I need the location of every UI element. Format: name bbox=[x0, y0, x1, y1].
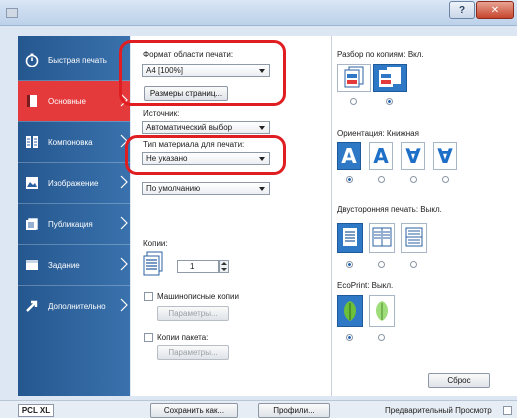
orientation-portrait-option[interactable]: A bbox=[337, 142, 361, 170]
orientation-portrait-rotated-radio[interactable] bbox=[410, 176, 417, 183]
image-icon bbox=[25, 176, 39, 190]
orientation-landscape-rotated-radio[interactable] bbox=[442, 176, 449, 183]
pack-copies-label: Копии пакета: bbox=[157, 333, 209, 342]
duplex-short-edge-option[interactable] bbox=[401, 223, 427, 253]
orientation-landscape-rotated-option[interactable]: ∀ bbox=[433, 142, 457, 170]
sidebar: Быстрая печать Основные Компоновка Изобр… bbox=[18, 36, 130, 396]
highlight-ring-print-size bbox=[119, 40, 286, 106]
mopy-params-button[interactable]: Параметры... bbox=[157, 306, 229, 321]
orientation-portrait-rotated-option[interactable]: ∀ bbox=[401, 142, 425, 170]
chevron-right-icon bbox=[120, 216, 128, 230]
stepper-arrows-icon bbox=[221, 262, 227, 271]
pack-copies-checkbox[interactable] bbox=[144, 333, 153, 342]
orientation-landscape-option[interactable]: A bbox=[369, 142, 393, 170]
quick-print-icon bbox=[25, 53, 39, 67]
reset-button[interactable]: Сброс bbox=[428, 373, 490, 388]
collate-label: Разбор по копиям: Вкл. bbox=[337, 50, 424, 59]
ecoprint-off-option[interactable] bbox=[337, 295, 363, 327]
ecoprint-label: EcoPrint: Выкл. bbox=[337, 281, 394, 290]
orientation-label: Ориентация: Книжная bbox=[337, 129, 419, 138]
advanced-icon bbox=[25, 299, 39, 313]
sidebar-item-basic[interactable]: Основные bbox=[18, 81, 130, 121]
sidebar-item-label: Дополнительно bbox=[48, 301, 106, 311]
collate-on-radio[interactable] bbox=[386, 98, 393, 105]
sidebar-item-label: Задание bbox=[48, 260, 80, 270]
orientation-glyph: ∀ bbox=[437, 144, 453, 168]
sidebar-item-advanced[interactable]: Дополнительно bbox=[18, 286, 130, 326]
copies-input[interactable]: 1 bbox=[177, 260, 219, 273]
duplex-short-edge-icon bbox=[405, 227, 423, 247]
chevron-right-icon bbox=[120, 257, 128, 271]
pdl-indicator: PCL XL bbox=[18, 404, 54, 417]
duplex-short-edge-radio[interactable] bbox=[410, 261, 417, 268]
copies-stepper[interactable] bbox=[219, 260, 229, 273]
sidebar-item-publishing[interactable]: Публикация bbox=[18, 204, 130, 244]
mopy-label: Машинописные копии bbox=[157, 292, 239, 301]
source-select[interactable]: Автоматический выбор bbox=[142, 121, 270, 134]
sidebar-item-label: Основные bbox=[48, 96, 86, 106]
column-divider bbox=[331, 36, 332, 396]
sidebar-item-label: Компоновка bbox=[48, 137, 93, 147]
collate-on-option[interactable] bbox=[373, 64, 407, 92]
layout-icon bbox=[25, 135, 39, 149]
sidebar-item-job[interactable]: Задание bbox=[18, 245, 130, 285]
sidebar-item-quick-print[interactable]: Быстрая печать bbox=[18, 40, 130, 80]
sidebar-item-label: Быстрая печать bbox=[48, 55, 107, 65]
orientation-glyph: A bbox=[373, 144, 389, 168]
duplex-label: Двусторонняя печать: Выкл. bbox=[337, 205, 442, 214]
source-label: Источник: bbox=[143, 109, 180, 118]
orientation-glyph: ∀ bbox=[405, 144, 421, 168]
duplex-off-icon bbox=[343, 228, 357, 246]
pack-params-button[interactable]: Параметры... bbox=[157, 345, 229, 360]
duplex-long-edge-radio[interactable] bbox=[378, 261, 385, 268]
duplex-off-option[interactable] bbox=[337, 223, 363, 253]
orientation-portrait-radio[interactable] bbox=[346, 176, 353, 183]
duplex-long-edge-option[interactable] bbox=[369, 223, 395, 253]
sidebar-item-label: Публикация bbox=[48, 219, 93, 229]
copies-icon bbox=[142, 251, 164, 279]
profiles-button[interactable]: Профили... bbox=[258, 403, 330, 418]
printer-app-icon bbox=[6, 8, 18, 18]
orientation-landscape-radio[interactable] bbox=[378, 176, 385, 183]
title-bar: ? ✕ bbox=[0, 0, 517, 26]
duplex-off-radio[interactable] bbox=[346, 261, 353, 268]
duplex-long-edge-icon bbox=[372, 227, 392, 247]
help-button[interactable]: ? bbox=[449, 1, 475, 19]
mopy-checkbox[interactable] bbox=[144, 292, 153, 301]
save-as-button[interactable]: Сохранить как... bbox=[150, 403, 238, 418]
job-icon bbox=[25, 258, 39, 272]
orientation-glyph: A bbox=[341, 144, 357, 168]
collate-on-icon bbox=[379, 67, 401, 87]
collate-off-option[interactable] bbox=[337, 64, 371, 92]
chevron-right-icon bbox=[120, 298, 128, 312]
preview-label: Предварительный Просмотр bbox=[385, 406, 492, 415]
collate-off-icon bbox=[344, 66, 364, 88]
ecoprint-on-option[interactable] bbox=[369, 295, 395, 327]
sidebar-item-image[interactable]: Изображение bbox=[18, 163, 130, 203]
default-select[interactable]: По умолчанию bbox=[142, 182, 270, 195]
preview-checkbox[interactable] bbox=[503, 406, 512, 415]
ecoprint-off-radio[interactable] bbox=[346, 334, 353, 341]
publishing-icon bbox=[25, 217, 39, 231]
status-bar: PCL XL Сохранить как... Профили... Предв… bbox=[0, 400, 517, 418]
leaf-icon bbox=[376, 301, 388, 321]
chevron-right-icon bbox=[120, 175, 128, 189]
collate-off-radio[interactable] bbox=[350, 98, 357, 105]
basic-icon bbox=[25, 94, 39, 108]
copies-label: Копии: bbox=[143, 239, 168, 248]
highlight-ring-media-type bbox=[125, 135, 286, 175]
ecoprint-on-radio[interactable] bbox=[378, 334, 385, 341]
sidebar-item-layout[interactable]: Компоновка bbox=[18, 122, 130, 162]
leaf-icon bbox=[344, 301, 356, 321]
sidebar-item-label: Изображение bbox=[48, 178, 99, 188]
close-button[interactable]: ✕ bbox=[476, 1, 514, 19]
